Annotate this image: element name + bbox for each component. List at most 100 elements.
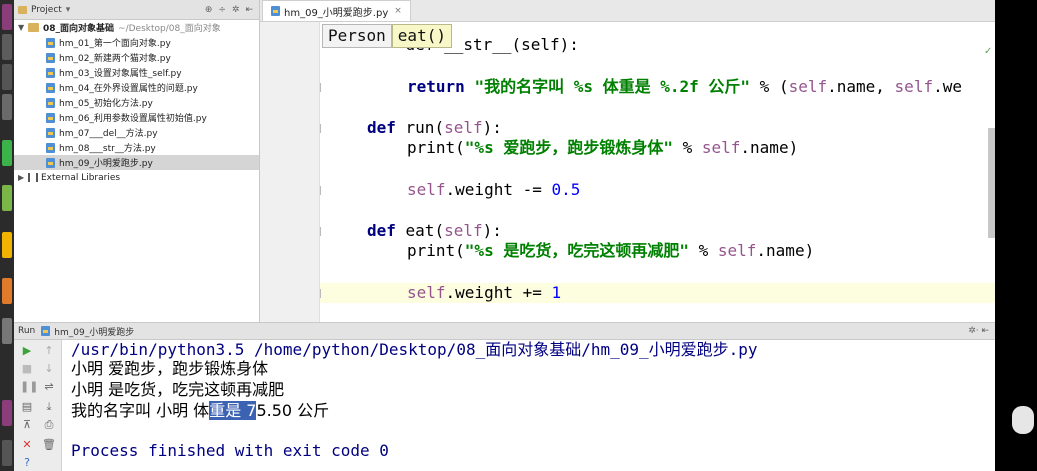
code-line[interactable]: 22	[320, 303, 995, 322]
editor-scrollbar[interactable]	[988, 128, 995, 238]
code-line[interactable]: 18def eat(self):	[320, 221, 995, 242]
fold-marker-icon[interactable]	[320, 288, 321, 298]
launcher-app-icon[interactable]	[2, 318, 12, 344]
console-output-line: 我的名字叫 小明 体重是 75.50 公斤	[71, 401, 329, 421]
file-item[interactable]: hm_08___str__方法.py	[14, 140, 259, 155]
library-icon	[28, 173, 38, 182]
project-header-label[interactable]: Project	[31, 5, 62, 15]
file-item[interactable]: hm_01_第一个面向对象.py	[14, 35, 259, 50]
code-line[interactable]: 10	[320, 56, 995, 77]
console-exit-message: Process finished with exit code 0	[71, 441, 389, 460]
rerun-icon[interactable]: ▶	[20, 344, 34, 358]
project-panel: Project ▾ ⊕ ÷ ✲ ⇤ ▼ 08_面向对象基础 ~/Desktop/…	[14, 0, 260, 322]
run-console[interactable]: /usr/bin/python3.5 /home/python/Desktop/…	[62, 340, 995, 471]
code-text: return "我的名字叫 %s 体重是 %.2f 公斤" % (self.na…	[407, 76, 962, 96]
file-item-label: hm_07___del__方法.py	[59, 129, 158, 139]
file-item[interactable]: hm_06_利用参数设置属性初始值.py	[14, 110, 259, 125]
code-line[interactable]: 20	[320, 262, 995, 283]
collapse-icon[interactable]: ÷	[218, 5, 226, 15]
launcher-app-icon[interactable]	[2, 34, 12, 60]
stop-icon[interactable]: ■	[20, 362, 34, 376]
code-line[interactable]: 21self.weight += 1	[320, 282, 995, 304]
python-file-icon	[271, 6, 280, 16]
code-line[interactable]: 16self.weight -= 0.5	[320, 180, 995, 201]
chevron-right-icon[interactable]: ▶	[18, 173, 28, 182]
code-line[interactable]: 13def run(self):	[320, 118, 995, 139]
launcher-app-icon[interactable]	[2, 400, 12, 426]
code-line[interactable]: 12	[320, 97, 995, 118]
soft-wrap-icon[interactable]: ⇌	[42, 380, 56, 394]
scroll-to-end-icon[interactable]: ⤓	[42, 400, 56, 414]
file-item[interactable]: hm_05_初始化方法.py	[14, 95, 259, 110]
code-text: def run(self):	[367, 117, 502, 137]
file-list: hm_01_第一个面向对象.py hm_02_新建两个猫对象.py hm_03_设置…	[14, 35, 259, 170]
code-text: def eat(self):	[367, 220, 502, 240]
external-libraries-label: External Libraries	[41, 172, 121, 183]
breadcrumb: Person eat()	[322, 24, 452, 48]
hide-icon[interactable]: ⇤	[245, 5, 253, 15]
python-file-icon	[46, 142, 55, 153]
run-settings-icon[interactable]: ✲· ⇤	[968, 326, 995, 336]
code-line[interactable]: 17	[320, 200, 995, 221]
fold-marker-icon[interactable]	[320, 123, 321, 133]
code-line[interactable]: 14print("%s 爱跑步，跑步锻炼身体" % self.name)	[320, 138, 995, 159]
print-icon[interactable]: ⎙	[42, 418, 56, 432]
launcher-app-icon[interactable]	[2, 94, 12, 120]
fold-marker-icon[interactable]	[320, 226, 321, 236]
launcher-app-icon[interactable]	[2, 4, 12, 30]
launcher-app-icon[interactable]	[2, 140, 12, 166]
close-icon[interactable]: ×	[394, 6, 402, 16]
line-gutter[interactable]	[260, 22, 320, 322]
file-item[interactable]: hm_03_设置对象属性_self.py	[14, 65, 259, 80]
trash-icon[interactable]: 🗑	[42, 438, 56, 452]
sync-icon[interactable]: ⊕	[205, 5, 213, 15]
file-item[interactable]: hm_04_在外界设置属性的问题.py	[14, 80, 259, 95]
file-item-label: hm_03_设置对象属性_self.py	[59, 69, 182, 79]
launcher-app-icon[interactable]	[2, 64, 12, 90]
code-line[interactable]: 19print("%s 是吃货，吃完这顿再减肥" % self.name)	[320, 241, 995, 262]
editor-tab[interactable]: hm_09_小明爱跑步.py ×	[262, 0, 411, 21]
console-selection[interactable]: 重是 7	[209, 401, 257, 420]
gear-icon[interactable]: ✲	[232, 5, 240, 15]
file-item[interactable]: hm_09_小明爱跑步.py	[14, 155, 259, 170]
python-file-icon	[41, 326, 51, 336]
file-item[interactable]: hm_07___del__方法.py	[14, 125, 259, 140]
file-item-label: hm_02_新建两个猫对象.py	[59, 54, 171, 64]
launcher-app-icon[interactable]	[2, 278, 12, 304]
scroll-indicator[interactable]	[1012, 406, 1034, 434]
layout-icon[interactable]: ▤	[20, 400, 34, 414]
pin-icon[interactable]: ⊼	[20, 418, 34, 432]
fold-marker-icon[interactable]	[320, 82, 321, 92]
python-file-icon	[46, 157, 55, 168]
code-lines: 1011return "我的名字叫 %s 体重是 %.2f 公斤" % (sel…	[320, 56, 995, 322]
run-config-name[interactable]: hm_09_小明爱跑步	[54, 325, 134, 338]
chevron-down-icon[interactable]: ▼	[18, 23, 28, 32]
chevron-down-icon[interactable]: ▾	[66, 5, 71, 15]
code-text: print("%s 爱跑步，跑步锻炼身体" % self.name)	[407, 138, 799, 158]
inspection-ok-icon[interactable]: ✓	[984, 46, 992, 57]
arrow-up-icon[interactable]: ↑	[42, 344, 56, 358]
python-file-icon	[46, 37, 55, 48]
launcher-app-icon[interactable]	[2, 440, 12, 466]
help-icon[interactable]: ?	[20, 456, 34, 470]
fold-marker-icon[interactable]	[320, 185, 321, 195]
launcher-app-icon[interactable]	[2, 232, 12, 258]
code-line[interactable]: 15	[320, 159, 995, 180]
tree-external-libraries[interactable]: ▶ External Libraries	[14, 170, 259, 185]
breadcrumb-method[interactable]: eat()	[391, 24, 452, 48]
tree-root-folder[interactable]: ▼ 08_面向对象基础 ~/Desktop/08_面向对象	[14, 20, 259, 35]
file-item-label: hm_01_第一个面向对象.py	[59, 39, 171, 49]
close-icon[interactable]: ✕	[20, 438, 34, 452]
console-text: 我的名字叫 小明 体	[71, 401, 210, 420]
launcher-app-icon[interactable]	[2, 185, 12, 211]
python-file-icon	[46, 67, 55, 78]
folder-icon	[28, 23, 39, 32]
arrow-down-icon[interactable]: ↓	[42, 362, 56, 376]
file-item[interactable]: hm_02_新建两个猫对象.py	[14, 50, 259, 65]
code-line[interactable]: 11return "我的名字叫 %s 体重是 %.2f 公斤" % (self.…	[320, 77, 995, 98]
code-text: self.weight += 1	[407, 282, 562, 302]
breadcrumb-class[interactable]: Person	[322, 24, 392, 48]
pause-icon[interactable]: ❚❚	[20, 380, 38, 394]
python-file-icon	[46, 82, 55, 93]
code-area[interactable]: def __str__(self): 1011return "我的名字叫 %s …	[320, 22, 995, 322]
